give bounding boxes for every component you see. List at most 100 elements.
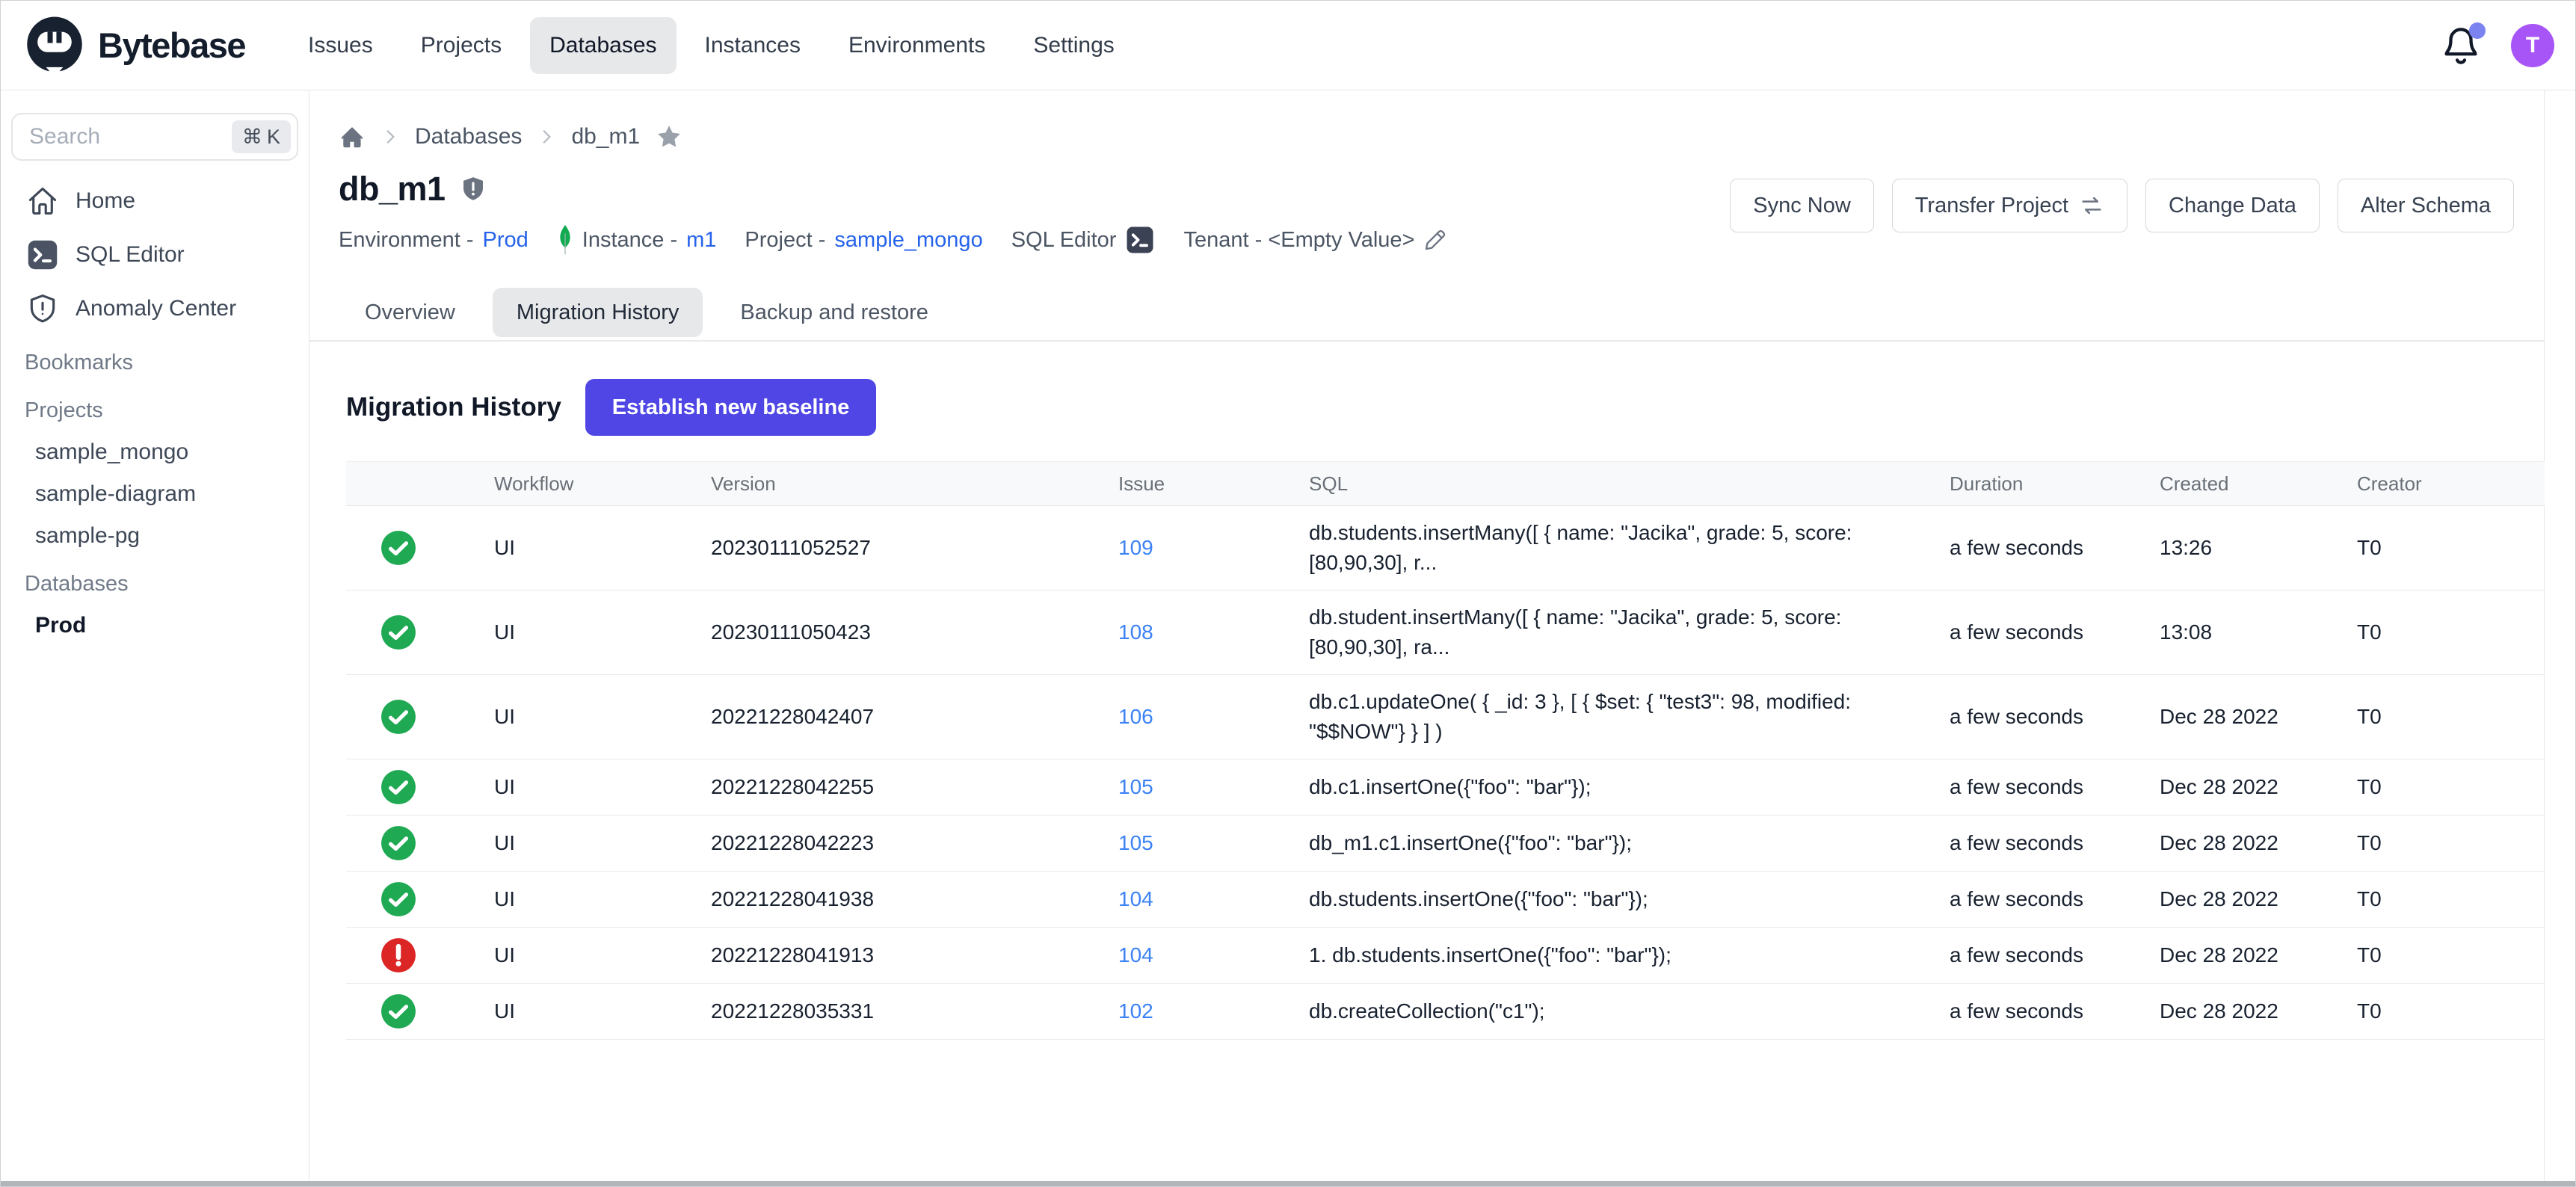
sidebar-item-sample-diagram[interactable]: sample-diagram [1, 473, 309, 515]
status-cell [346, 881, 494, 918]
sidebar-item-label: Home [76, 188, 135, 214]
sql-cell: db.createCollection("c1"); [1309, 984, 1950, 1038]
tab-backup-and-restore[interactable]: Backup and restore [716, 288, 952, 337]
project-link[interactable]: sample_mongo [834, 228, 982, 253]
sync-now-button[interactable]: Sync Now [1730, 179, 1874, 232]
tab-migration-history[interactable]: Migration History [493, 288, 703, 337]
breadcrumb-databases[interactable]: Databases [415, 124, 522, 149]
topnav-right: T [2441, 24, 2554, 67]
column-header-sql: SQL [1309, 472, 1950, 496]
status-cell [346, 993, 494, 1030]
migration-row: UI20221228042255105db.c1.insertOne({"foo… [346, 759, 2545, 816]
database-tabs: Overview Migration History Backup and re… [309, 288, 2544, 342]
duration-cell: a few seconds [1950, 887, 2160, 911]
sql-cell: db.c1.insertOne({"foo": "bar"}); [1309, 760, 1950, 814]
avatar[interactable]: T [2511, 24, 2554, 67]
page-title: db_m1 [339, 170, 446, 209]
status-success-icon [380, 993, 417, 1030]
workflow-cell: UI [494, 831, 711, 855]
issue-cell: 106 [1118, 705, 1309, 729]
bookmark-star-icon[interactable] [655, 123, 683, 151]
workflow-cell: UI [494, 705, 711, 729]
duration-cell: a few seconds [1950, 831, 2160, 855]
created-cell: Dec 28 2022 [2160, 943, 2357, 967]
meta-tenant: Tenant - <Empty Value> [1183, 228, 1447, 253]
alter-schema-button[interactable]: Alter Schema [2338, 179, 2514, 232]
version-cell: 20221228042255 [711, 775, 1118, 799]
page-actions: Sync Now Transfer Project Change Data Al… [1730, 179, 2514, 232]
duration-cell: a few seconds [1950, 943, 2160, 967]
issue-link[interactable]: 102 [1118, 999, 1153, 1023]
issue-cell: 104 [1118, 887, 1309, 911]
terminal-icon [26, 238, 59, 271]
terminal-badge-icon[interactable] [1125, 225, 1155, 255]
home-icon [26, 185, 59, 218]
establish-baseline-button[interactable]: Establish new baseline [585, 379, 877, 436]
sidebar-item-anomaly-center[interactable]: Anomaly Center [1, 282, 309, 336]
version-cell: 20221228035331 [711, 999, 1118, 1023]
bytebase-window: { "topnav": { "brand": "Bytebase", "item… [0, 0, 2576, 1187]
change-data-button[interactable]: Change Data [2145, 179, 2320, 232]
nav-item-issues[interactable]: Issues [289, 17, 392, 74]
issue-link[interactable]: 104 [1118, 887, 1153, 910]
chevron-right-icon [537, 127, 556, 147]
migration-row: UI20221228042407106db.c1.updateOne( { _i… [346, 675, 2545, 759]
sql-cell: db.student.insertMany([ { name: "Jacika"… [1309, 591, 1950, 674]
sidebar-item-home[interactable]: Home [1, 174, 309, 228]
environment-link[interactable]: Prod [483, 228, 529, 253]
transfer-project-button[interactable]: Transfer Project [1892, 179, 2127, 232]
bytebase-logo-icon [23, 14, 86, 77]
creator-cell: T0 [2357, 620, 2545, 644]
issue-link[interactable]: 106 [1118, 705, 1153, 728]
creator-cell: T0 [2357, 999, 2545, 1023]
nav-item-projects[interactable]: Projects [401, 17, 521, 74]
issue-cell: 104 [1118, 943, 1309, 967]
issue-link[interactable]: 109 [1118, 536, 1153, 559]
instance-link[interactable]: m1 [686, 228, 716, 253]
status-cell [346, 529, 494, 567]
meta-instance: Instance - m1 [557, 224, 717, 256]
sql-cell: db.students.insertMany([ { name: "Jacika… [1309, 506, 1950, 590]
nav-item-instances[interactable]: Instances [685, 17, 820, 74]
created-cell: 13:26 [2160, 536, 2357, 560]
sql-cell: 1. db.students.insertOne({"foo": "bar"})… [1309, 928, 1950, 982]
chevron-right-icon [380, 127, 400, 147]
nav-item-databases[interactable]: Databases [530, 17, 676, 74]
sidebar-item-sample-mongo[interactable]: sample_mongo [1, 431, 309, 473]
status-error-icon [380, 937, 417, 974]
version-cell: 20230111052527 [711, 536, 1118, 560]
sidebar-item-sql-editor[interactable]: SQL Editor [1, 228, 309, 282]
mongodb-leaf-icon [557, 224, 573, 256]
shield-alert-filled-icon [459, 175, 487, 203]
issue-cell: 105 [1118, 775, 1309, 799]
page-header: db_m1 Environment - Prod Instance - [339, 170, 2514, 256]
table-header-row: Workflow Version Issue SQL Duration Crea… [346, 461, 2545, 506]
notification-bell-button[interactable] [2441, 25, 2481, 66]
nav-item-settings[interactable]: Settings [1014, 17, 1133, 74]
notification-dot [2469, 22, 2486, 39]
sidebar: ⌘ K Home SQL Editor [1, 90, 309, 1182]
sidebar-item-label: Anomaly Center [76, 296, 236, 321]
nav-item-environments[interactable]: Environments [829, 17, 1005, 74]
status-success-icon [380, 698, 417, 736]
issue-link[interactable]: 104 [1118, 943, 1153, 966]
issue-link[interactable]: 105 [1118, 831, 1153, 854]
workflow-cell: UI [494, 943, 711, 967]
meta-sql-editor[interactable]: SQL Editor [1011, 225, 1156, 255]
version-cell: 20221228041913 [711, 943, 1118, 967]
tab-overview[interactable]: Overview [341, 288, 479, 337]
migration-row: UI20221228041913104 1. db.students.insert… [346, 928, 2545, 984]
migration-history-title: Migration History [346, 392, 561, 422]
home-breadcrumb-icon[interactable] [339, 123, 366, 150]
edit-pencil-icon[interactable] [1423, 228, 1447, 252]
issue-cell: 109 [1118, 536, 1309, 560]
sidebar-item-prod[interactable]: Prod [1, 605, 309, 647]
status-success-icon [380, 824, 417, 862]
issue-link[interactable]: 105 [1118, 775, 1153, 798]
window-bottom-edge [1, 1181, 2575, 1186]
workflow-cell: UI [494, 620, 711, 644]
meta-environment: Environment - Prod [339, 228, 529, 253]
sidebar-item-sample-pg[interactable]: sample-pg [1, 515, 309, 557]
bytebase-logo[interactable]: Bytebase [23, 14, 245, 77]
issue-link[interactable]: 108 [1118, 620, 1153, 644]
